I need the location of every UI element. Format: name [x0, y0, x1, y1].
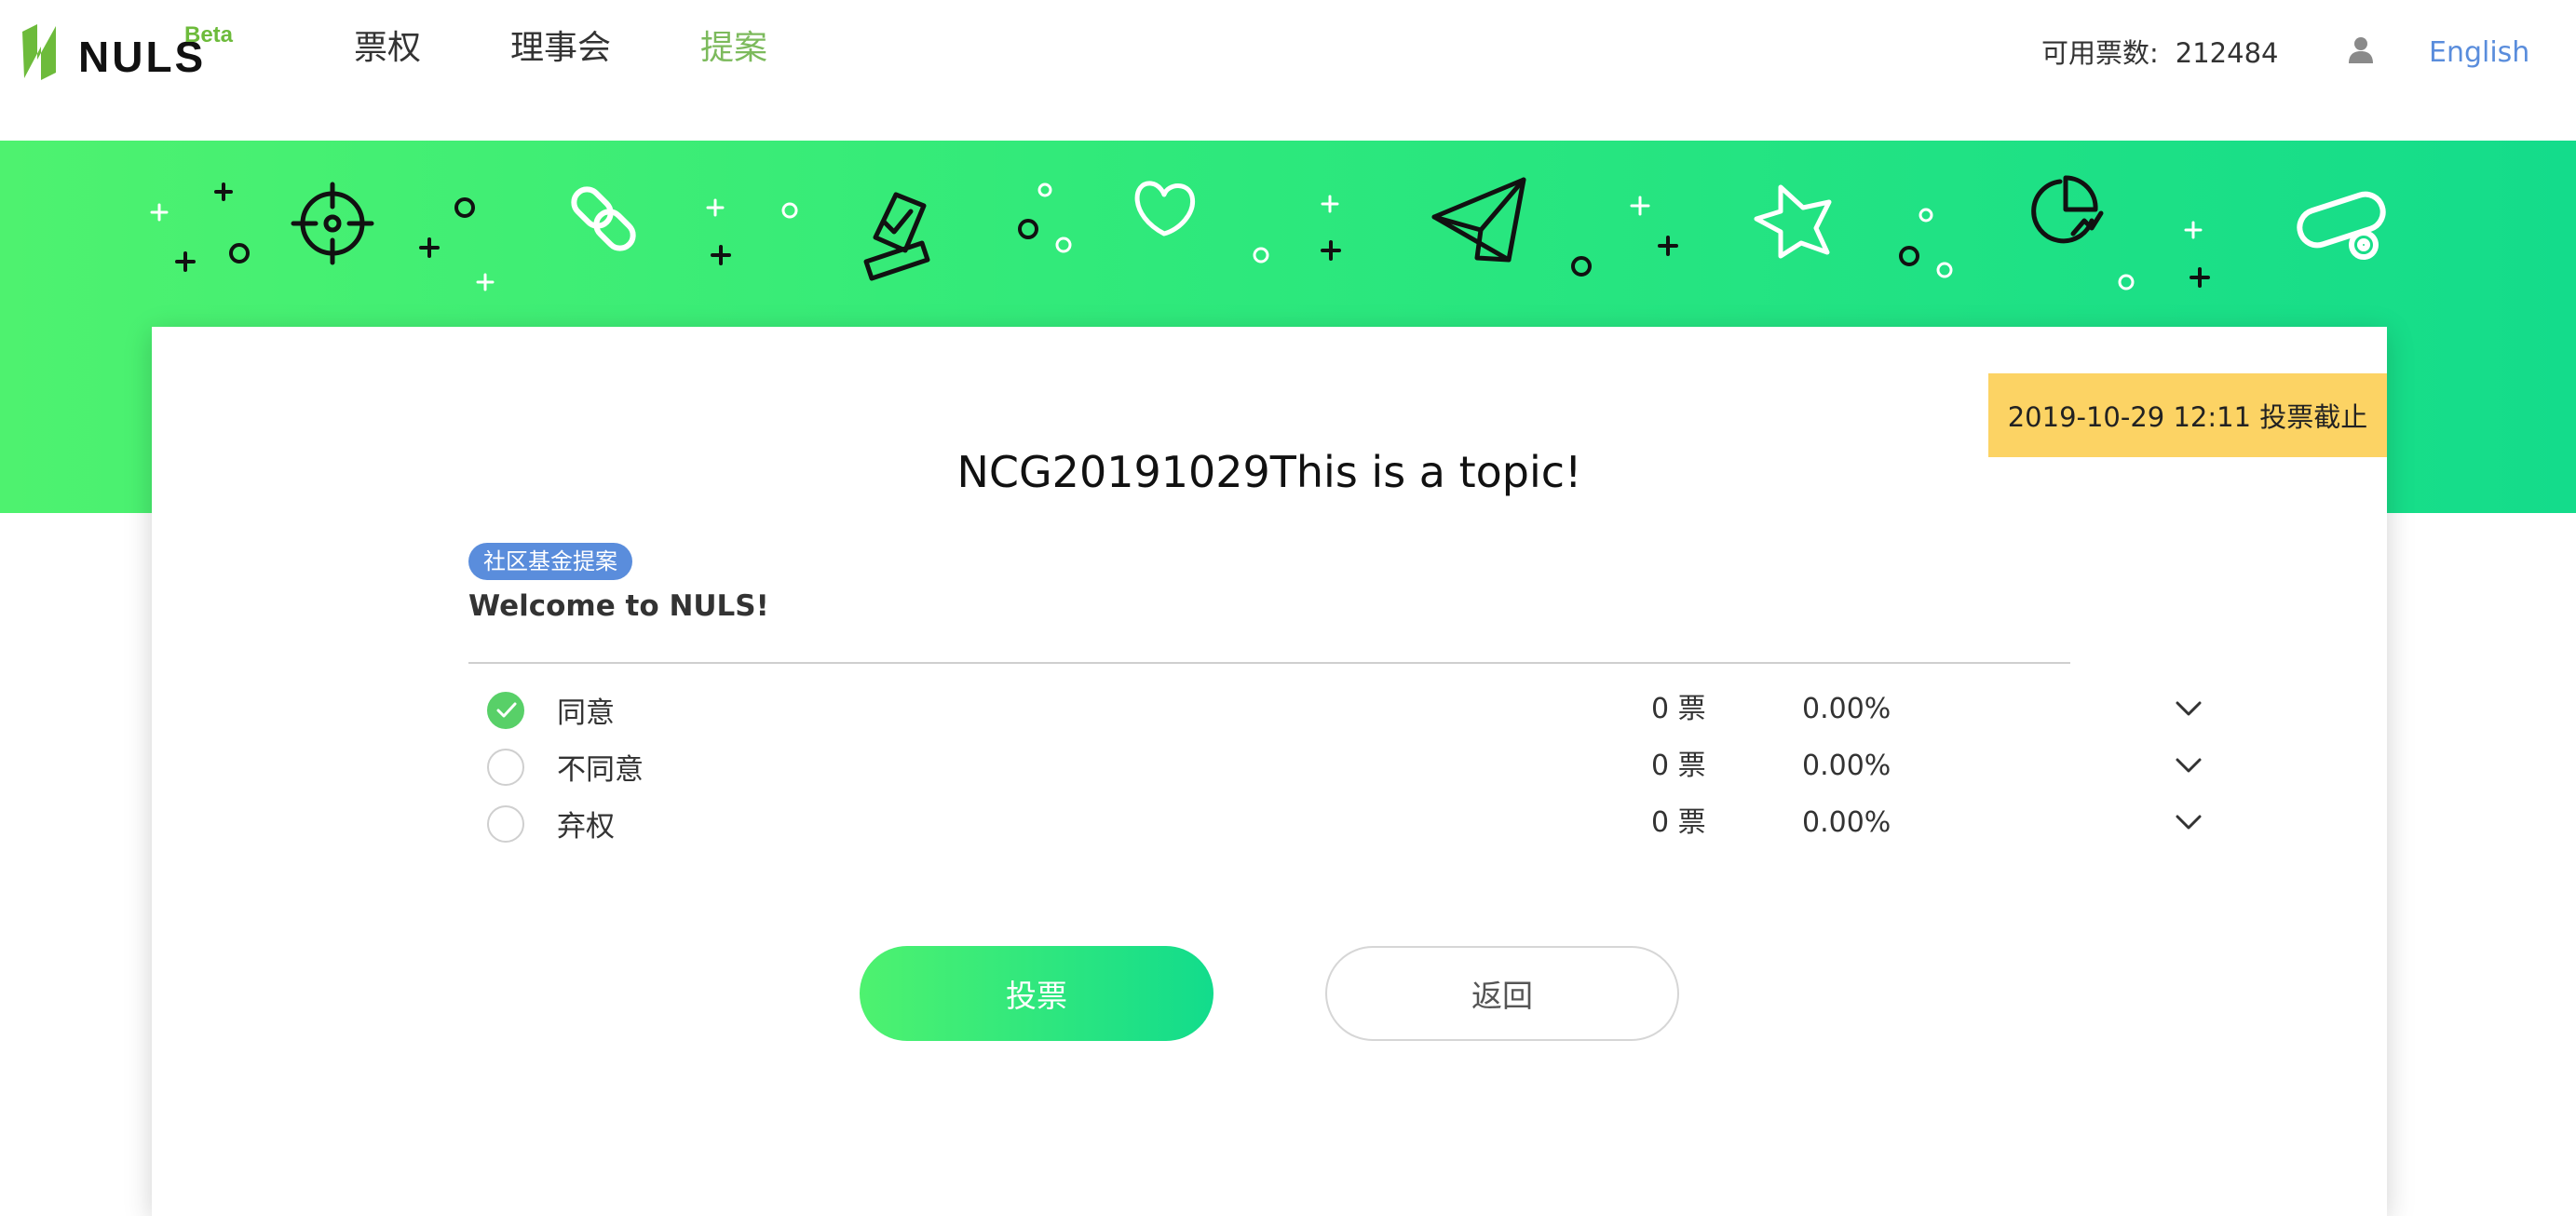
vote-option-abstain[interactable]: 弃权 0 票 0.00%: [468, 794, 2202, 851]
vote-option-disagree[interactable]: 不同意 0 票 0.00%: [468, 737, 2202, 794]
option-percent: 0.00%: [1802, 693, 1891, 725]
proposal-description: Welcome to NULS!: [468, 589, 769, 623]
beta-badge: Beta: [184, 22, 234, 47]
vote-options: 同意 0 票 0.00% 不同意 0 票 0.00% 弃权 0 票 0.00%: [468, 681, 2202, 851]
nav-council[interactable]: 理事会: [510, 28, 611, 69]
deadline-badge: 2019-10-29 12:11 投票截止: [1988, 373, 2387, 457]
available-votes: 可用票数: 212484: [2041, 35, 2279, 71]
option-label: 不同意: [557, 753, 644, 787]
back-button[interactable]: 返回: [1325, 946, 1679, 1041]
ballot-icon: [863, 192, 930, 281]
pie-chart-icon: [2031, 175, 2104, 244]
chevron-down-icon[interactable]: [2173, 805, 2204, 837]
nav-proposals[interactable]: 提案: [700, 28, 767, 69]
option-label: 弃权: [557, 810, 615, 844]
option-percent: 0.00%: [1802, 806, 1891, 839]
radio-disagree[interactable]: [487, 749, 524, 786]
proposal-title: NCG20191029This is a topic!: [956, 447, 1582, 497]
user-icon[interactable]: [2345, 34, 2377, 65]
divider: [468, 662, 2070, 664]
proposal-card: 2019-10-29 12:11 投票截止 NCG20191029This is…: [152, 327, 2387, 1216]
nav-voting-rights[interactable]: 票权: [354, 28, 421, 69]
heart-icon: [1134, 181, 1196, 236]
radio-agree[interactable]: [487, 692, 524, 729]
banner-decorations: [150, 175, 2386, 291]
top-header: NULS Beta 票权 理事会 提案 可用票数: 212484 English: [0, 0, 2576, 141]
vote-option-agree[interactable]: 同意 0 票 0.00%: [468, 681, 2202, 737]
available-votes-label: 可用票数:: [2041, 37, 2159, 69]
option-votes: 0 票: [1651, 750, 1706, 782]
vote-button[interactable]: 投票: [860, 946, 1213, 1041]
link-icon: [571, 186, 636, 251]
option-percent: 0.00%: [1802, 750, 1891, 782]
paper-plane-icon: [1431, 177, 1526, 263]
toggle-icon: [2297, 191, 2386, 260]
available-votes-value: 212484: [2175, 37, 2279, 69]
radio-abstain[interactable]: [487, 805, 524, 843]
check-icon: [496, 702, 517, 718]
star-icon: [1754, 184, 1832, 259]
main-nav: 票权 理事会 提案: [354, 28, 857, 69]
chevron-down-icon[interactable]: [2173, 749, 2204, 780]
option-label: 同意: [557, 696, 615, 730]
chevron-down-icon[interactable]: [2173, 692, 2204, 723]
option-votes: 0 票: [1651, 693, 1706, 725]
crosshair-icon: [291, 182, 374, 265]
language-switch[interactable]: English: [2429, 35, 2529, 71]
option-votes: 0 票: [1651, 806, 1706, 839]
nuls-logo[interactable]: NULS Beta: [19, 13, 233, 97]
proposal-tag: 社区基金提案: [468, 543, 632, 580]
